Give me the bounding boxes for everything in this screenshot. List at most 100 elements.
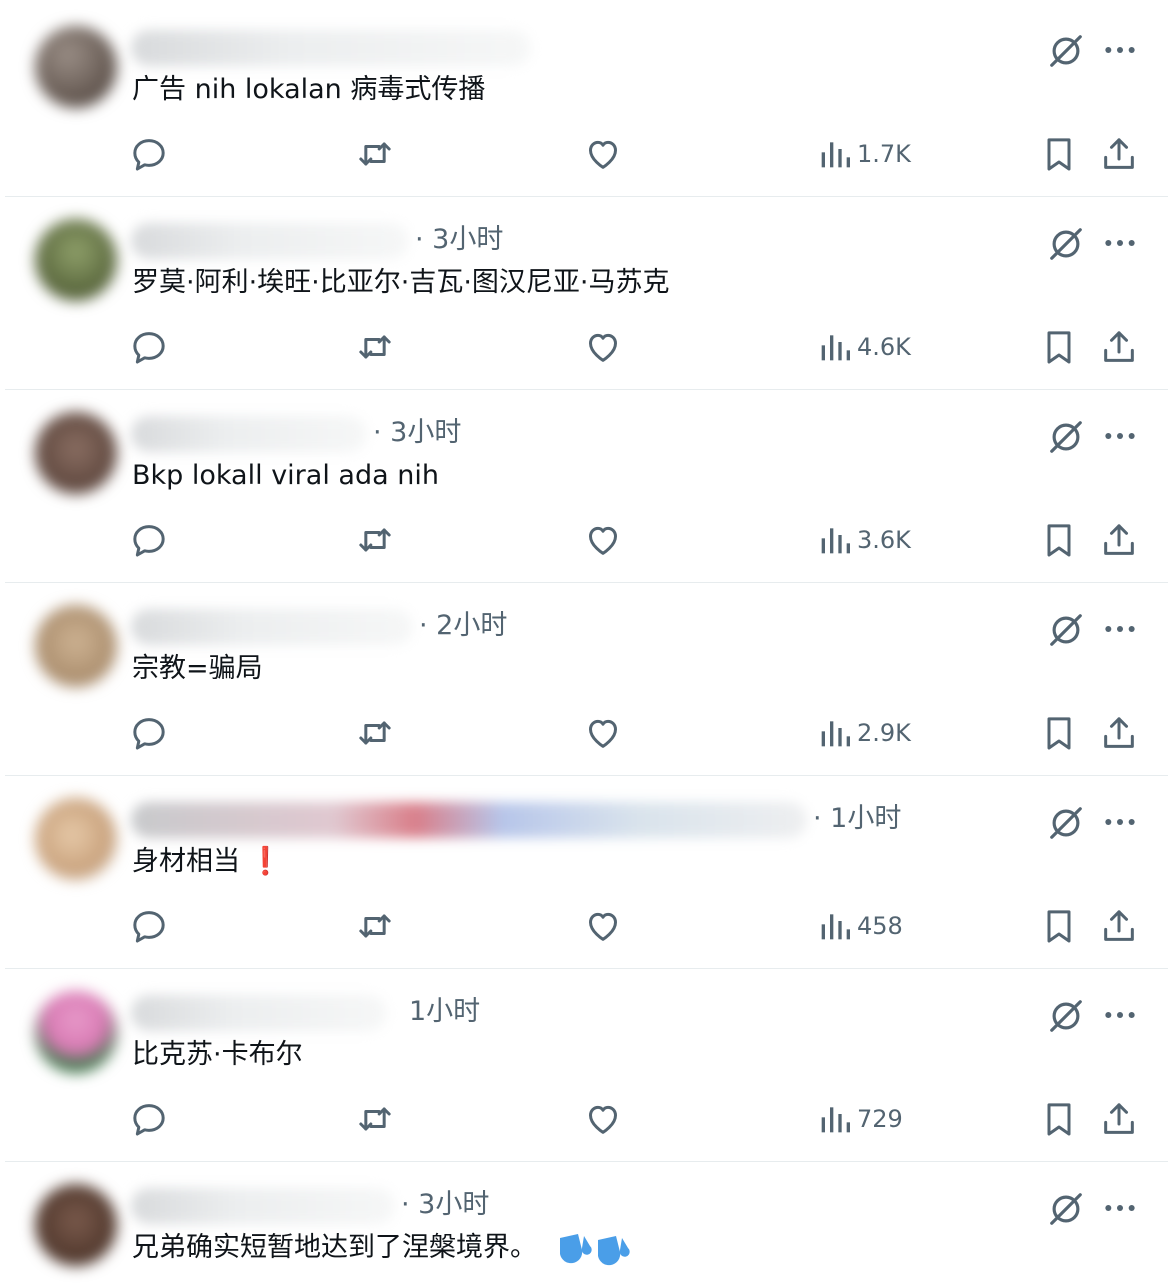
post[interactable]: · 3小时 罗莫·阿利·埃旺·比亚尔·吉瓦·图汉尼亚·马苏克 4.6K bbox=[5, 197, 1168, 390]
bookmark-icon[interactable] bbox=[1039, 906, 1079, 946]
views-icon bbox=[815, 134, 855, 174]
author-name-blurred[interactable] bbox=[131, 30, 531, 66]
post-text: 身材相当 ❗ bbox=[132, 844, 282, 880]
post-text-content: 身材相当 bbox=[132, 846, 240, 877]
views-button[interactable]: 3.6K bbox=[815, 520, 911, 560]
views-count: 729 bbox=[857, 1105, 903, 1133]
views-count: 3.6K bbox=[857, 526, 911, 554]
post-time[interactable]: · 3小时 bbox=[373, 416, 461, 450]
post-text: 兄弟确实短暂地达到了涅槃境界。 bbox=[132, 1230, 632, 1266]
more-icon[interactable] bbox=[1100, 30, 1140, 70]
post-time[interactable]: · 3小时 bbox=[415, 223, 503, 257]
grok-icon[interactable] bbox=[1047, 997, 1085, 1035]
bookmark-icon[interactable] bbox=[1039, 327, 1079, 367]
more-icon[interactable] bbox=[1100, 995, 1140, 1035]
views-icon bbox=[815, 906, 855, 946]
grok-icon[interactable] bbox=[1047, 804, 1085, 842]
views-count: 1.7K bbox=[857, 140, 911, 168]
views-count: 458 bbox=[857, 912, 903, 940]
avatar[interactable] bbox=[35, 219, 117, 301]
views-button[interactable]: 2.9K bbox=[815, 713, 911, 753]
like-icon[interactable] bbox=[583, 906, 623, 946]
post[interactable]: 广告 nih lokalan 病毒式传播 1.7K bbox=[5, 4, 1168, 197]
reply-icon[interactable] bbox=[129, 906, 169, 946]
retweet-icon[interactable] bbox=[355, 520, 395, 560]
more-icon[interactable] bbox=[1100, 223, 1140, 263]
post[interactable]: 1小时 比克苏·卡布尔 729 bbox=[5, 969, 1168, 1162]
like-icon[interactable] bbox=[583, 713, 623, 753]
avatar[interactable] bbox=[35, 1184, 117, 1266]
reply-icon[interactable] bbox=[129, 713, 169, 753]
post[interactable]: · 3小时 Bkp lokall viral ada nih 3.6K bbox=[5, 390, 1168, 583]
author-name-blurred[interactable] bbox=[131, 609, 413, 645]
post-text: 比克苏·卡布尔 bbox=[132, 1039, 303, 1070]
grok-icon[interactable] bbox=[1047, 32, 1085, 70]
retweet-icon[interactable] bbox=[355, 134, 395, 174]
author-name-blurred[interactable] bbox=[131, 223, 409, 259]
retweet-icon[interactable] bbox=[355, 906, 395, 946]
views-button[interactable]: 729 bbox=[815, 1099, 903, 1139]
more-icon[interactable] bbox=[1100, 609, 1140, 649]
bookmark-icon[interactable] bbox=[1039, 1099, 1079, 1139]
bookmark-icon[interactable] bbox=[1039, 134, 1079, 174]
post-time[interactable]: 1小时 bbox=[409, 995, 480, 1029]
share-icon[interactable] bbox=[1099, 327, 1139, 367]
post-text: 宗教=骗局 bbox=[132, 653, 263, 684]
reply-icon[interactable] bbox=[129, 520, 169, 560]
reply-icon[interactable] bbox=[129, 134, 169, 174]
avatar[interactable] bbox=[35, 26, 117, 108]
avatar[interactable] bbox=[35, 798, 117, 880]
post-time[interactable]: · 3小时 bbox=[401, 1188, 489, 1222]
grok-icon[interactable] bbox=[1047, 611, 1085, 649]
more-icon[interactable] bbox=[1100, 802, 1140, 842]
views-icon bbox=[815, 713, 855, 753]
post[interactable]: · 1小时 身材相当 ❗ 458 bbox=[5, 776, 1168, 969]
views-button[interactable]: 4.6K bbox=[815, 327, 911, 367]
like-icon[interactable] bbox=[583, 134, 623, 174]
share-icon[interactable] bbox=[1099, 520, 1139, 560]
grok-icon[interactable] bbox=[1047, 1190, 1085, 1228]
post-header: · 2小时 bbox=[131, 605, 1011, 645]
post[interactable]: · 2小时 宗教=骗局 2.9K bbox=[5, 583, 1168, 776]
post-header: · 3小时 bbox=[131, 412, 1011, 452]
like-icon[interactable] bbox=[583, 1099, 623, 1139]
sweat-droplets-emoji bbox=[559, 1233, 630, 1265]
post-header bbox=[131, 26, 1011, 66]
author-name-blurred[interactable] bbox=[131, 416, 367, 452]
views-icon bbox=[815, 327, 855, 367]
views-count: 4.6K bbox=[857, 333, 911, 361]
avatar[interactable] bbox=[35, 412, 117, 494]
views-button[interactable]: 1.7K bbox=[815, 134, 911, 174]
share-icon[interactable] bbox=[1099, 134, 1139, 174]
author-name-blurred[interactable] bbox=[131, 802, 807, 838]
retweet-icon[interactable] bbox=[355, 327, 395, 367]
post-time[interactable]: · 2小时 bbox=[419, 609, 507, 643]
retweet-icon[interactable] bbox=[355, 713, 395, 753]
share-icon[interactable] bbox=[1099, 906, 1139, 946]
exclamation-emoji: ❗ bbox=[248, 846, 283, 877]
post-header: 1小时 bbox=[131, 991, 1011, 1031]
views-button[interactable]: 458 bbox=[815, 906, 903, 946]
bookmark-icon[interactable] bbox=[1039, 520, 1079, 560]
share-icon[interactable] bbox=[1099, 1099, 1139, 1139]
avatar[interactable] bbox=[35, 991, 117, 1073]
like-icon[interactable] bbox=[583, 327, 623, 367]
author-name-blurred[interactable] bbox=[131, 1188, 395, 1224]
post-text: 广告 nih lokalan 病毒式传播 bbox=[132, 74, 486, 105]
reply-icon[interactable] bbox=[129, 1099, 169, 1139]
post[interactable]: · 3小时 兄弟确实短暂地达到了涅槃境界。 bbox=[5, 1162, 1168, 1284]
like-icon[interactable] bbox=[583, 520, 623, 560]
post-header: · 3小时 bbox=[131, 219, 1011, 259]
bookmark-icon[interactable] bbox=[1039, 713, 1079, 753]
post-text-content: 兄弟确实短暂地达到了涅槃境界。 bbox=[132, 1232, 537, 1263]
grok-icon[interactable] bbox=[1047, 225, 1085, 263]
post-time[interactable]: · 1小时 bbox=[813, 802, 901, 836]
grok-icon[interactable] bbox=[1047, 418, 1085, 456]
more-icon[interactable] bbox=[1100, 416, 1140, 456]
avatar[interactable] bbox=[35, 605, 117, 687]
author-name-blurred[interactable] bbox=[131, 995, 387, 1031]
share-icon[interactable] bbox=[1099, 713, 1139, 753]
more-icon[interactable] bbox=[1100, 1188, 1140, 1228]
reply-icon[interactable] bbox=[129, 327, 169, 367]
retweet-icon[interactable] bbox=[355, 1099, 395, 1139]
